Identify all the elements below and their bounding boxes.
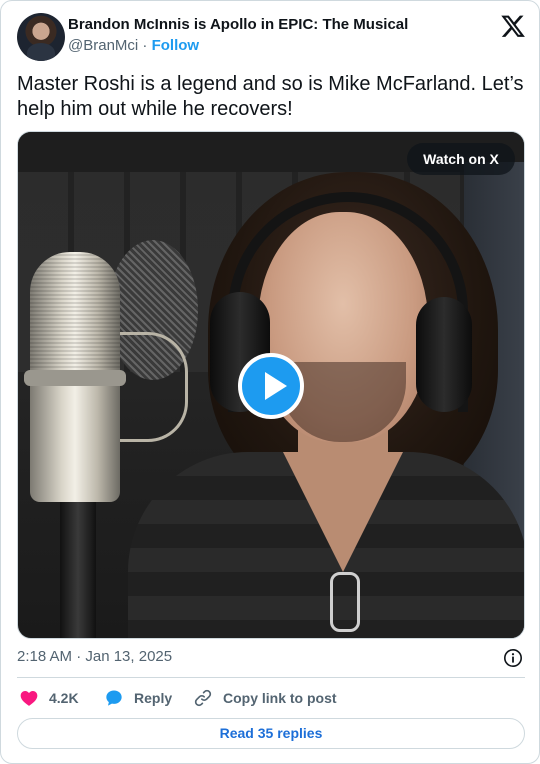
reply-bubble-icon [106,690,122,706]
play-icon[interactable] [238,353,304,419]
avatar[interactable] [17,13,65,61]
x-logo-icon[interactable] [501,14,525,38]
microphone-stand [60,502,96,638]
microphone-ring [24,370,126,386]
pendant-necklace [330,572,360,632]
action-bar: 4.2K Reply Copy link to post [17,685,525,711]
like-button[interactable]: 4.2K [19,685,79,711]
copy-link-label: Copy link to post [223,690,337,706]
like-count: 4.2K [49,690,79,706]
headphones-right-cup [416,297,472,412]
microphone-grille [30,252,120,372]
copy-link-button[interactable]: Copy link to post [193,685,337,711]
separator-dot: · [142,37,148,54]
watch-on-x-button[interactable]: Watch on X [407,143,515,175]
reply-label: Reply [134,690,173,706]
follow-link[interactable]: Follow [152,37,200,54]
timestamp[interactable]: 2:18 AM · Jan 13, 2025 [17,648,172,665]
shock-mount [118,332,188,442]
divider [17,677,525,678]
author-handle[interactable]: @BranMci [68,37,138,54]
heart-icon [20,691,38,706]
author-handle-row: @BranMci · Follow [68,37,199,54]
read-replies-button[interactable]: Read 35 replies [17,718,525,749]
tweet-card: Brandon McInnis is Apollo in EPIC: The M… [0,0,540,764]
author-name[interactable]: Brandon McInnis is Apollo in EPIC: The M… [68,16,408,33]
tweet-text: Master Roshi is a legend and so is Mike … [17,73,524,120]
link-icon [194,689,212,707]
info-icon[interactable] [503,648,523,668]
reply-button[interactable]: Reply [104,685,172,711]
